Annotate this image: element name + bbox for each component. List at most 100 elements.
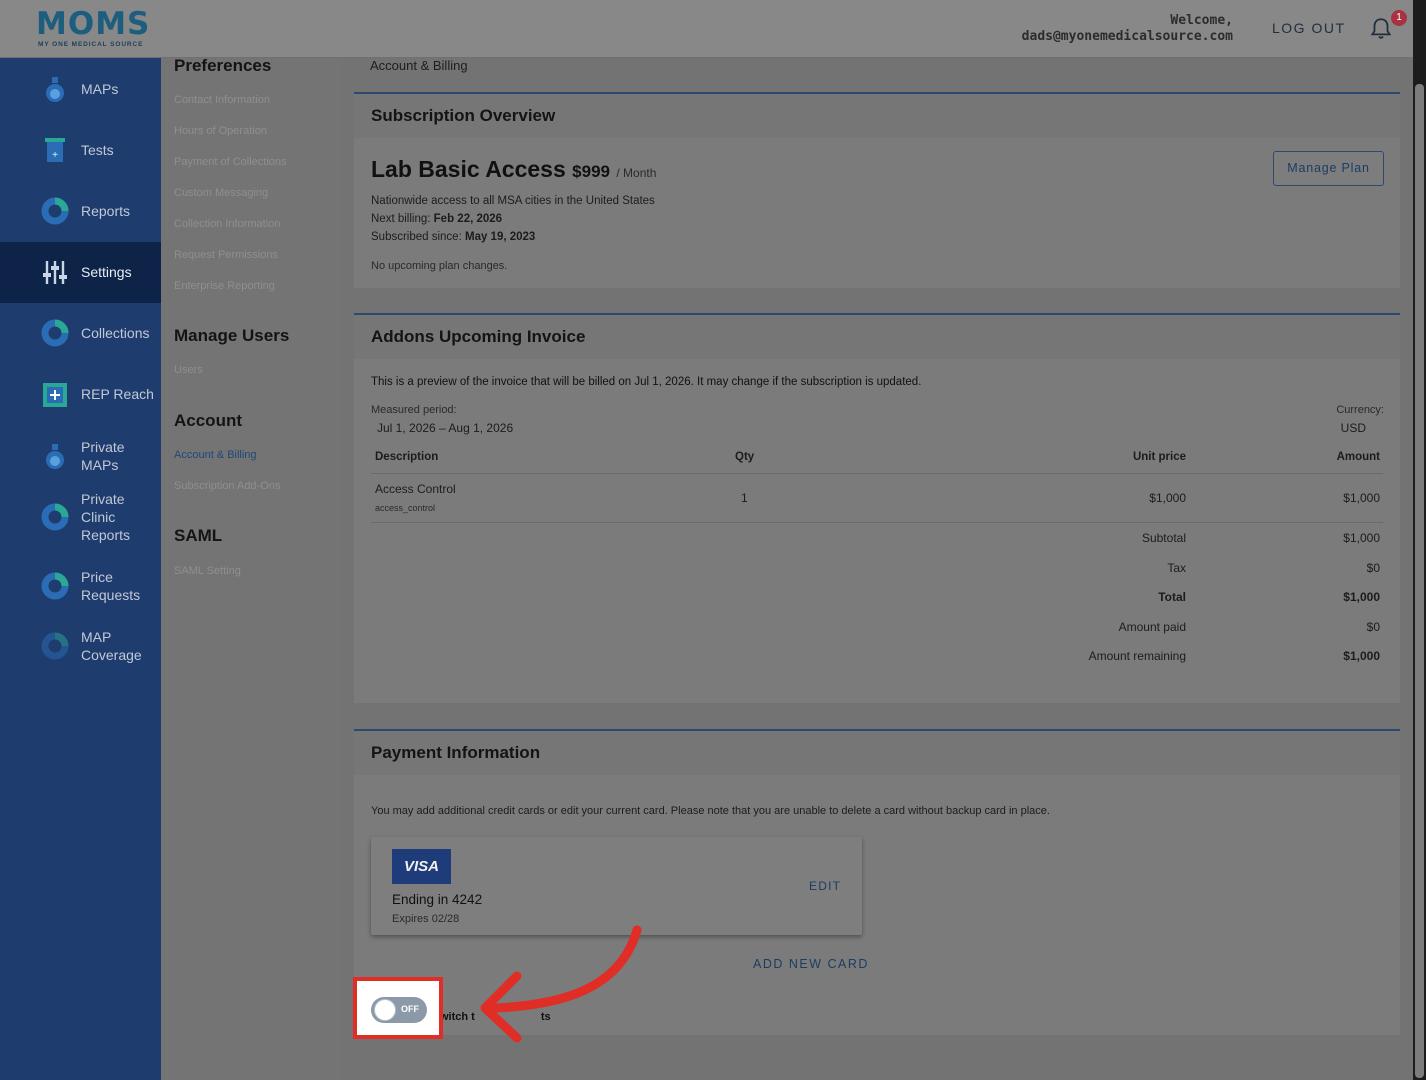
breadcrumb: Account & Billing <box>370 58 468 73</box>
notification-badge: 1 <box>1391 10 1407 26</box>
scrollbar[interactable] <box>1413 0 1426 1080</box>
column-header-qty: Qty <box>735 451 755 463</box>
test-tube-icon: + <box>45 138 65 162</box>
amount-remaining-label: Amount remaining <box>1088 649 1186 663</box>
bell-icon[interactable] <box>1368 16 1394 42</box>
donut-chart-icon <box>41 503 69 531</box>
visa-logo-icon: VISA <box>392 849 451 884</box>
next-billing-date: Feb 22, 2026 <box>433 213 503 225</box>
line-item-qty: 1 <box>741 491 748 505</box>
card-ending: Ending in 4242 <box>392 892 483 907</box>
highlight-box: OFF <box>353 977 443 1039</box>
scrollbar-thumb[interactable] <box>1415 84 1424 1078</box>
subnav-link-subscription-add-ons[interactable]: Subscription Add-Ons <box>174 480 280 492</box>
toggle-state-label: OFF <box>401 1004 419 1014</box>
measured-period-value: Jul 1, 2026 – Aug 1, 2026 <box>377 421 514 435</box>
subnav-link-enterprise-reporting[interactable]: Enterprise Reporting <box>174 280 275 292</box>
welcome-block: Welcome, dads@myonemedicalsource.com <box>1022 13 1233 45</box>
total-value: $1,000 <box>1343 590 1380 604</box>
subnav-heading-manage-users: Manage Users <box>174 326 290 345</box>
main-content: Account & Billing Subscription Overview … <box>341 58 1413 1080</box>
manage-plan-button[interactable]: Manage Plan <box>1273 151 1384 186</box>
plan-description: Nationwide access to all MSA cities in t… <box>371 195 655 207</box>
moms-logo[interactable]: MOMS MY ONE MEDICAL SOURCE <box>36 6 162 52</box>
subscribed-since-date: May 19, 2023 <box>464 231 536 243</box>
subnav-link-contact-information[interactable]: Contact Information <box>174 94 270 106</box>
plus-square-icon <box>43 383 67 407</box>
subnav-link-request-permissions[interactable]: Request Permissions <box>174 249 278 261</box>
sidebar-item-label: Tests <box>81 142 114 158</box>
subscription-overview-card: Subscription Overview Lab Basic Access $… <box>354 92 1400 288</box>
sidebar-item-label: Collections <box>81 325 150 341</box>
next-billing-label: Next billing: <box>371 213 431 225</box>
subnav-heading-saml: SAML <box>174 526 223 545</box>
sidebar-item-price-requests[interactable]: Price Requests <box>0 559 161 619</box>
amount-paid-label: Amount paid <box>1118 620 1186 634</box>
edit-card-button[interactable]: EDIT <box>809 879 841 893</box>
line-item-description: Access Control <box>375 482 456 496</box>
addons-invoice-title: Addons Upcoming Invoice <box>354 315 1400 359</box>
invoice-preview-note: This is a preview of the invoice that wi… <box>371 376 922 388</box>
subnav-link-payment-of-collections[interactable]: Payment of Collections <box>174 156 287 168</box>
subscribed-since-label: Subscribed since: <box>371 231 462 243</box>
subnav-link-hours-of-operation[interactable]: Hours of Operation <box>174 125 267 137</box>
sidebar-item-maps[interactable]: MAPs <box>0 58 161 120</box>
plan-period: / Month <box>616 166 657 180</box>
svg-text:+: + <box>52 150 58 161</box>
sidebar-item-label: Private MAPs <box>81 439 125 473</box>
off-toggle-switch[interactable]: OFF <box>371 997 427 1023</box>
toggle-label-end: ts <box>540 1011 551 1023</box>
table-divider <box>371 522 1383 523</box>
subnav-link-users[interactable]: Users <box>174 364 203 376</box>
welcome-label: Welcome, <box>1170 13 1233 28</box>
user-email: dads@myonemedicalsource.com <box>1021 29 1233 44</box>
plan-price: $999 <box>572 162 610 181</box>
toggle-label-start: witch t <box>440 1011 475 1023</box>
sliders-icon <box>43 261 67 284</box>
sidebar-item-label: Private Clinic Reports <box>81 491 131 543</box>
line-item-unit-price: $1,000 <box>1149 491 1186 505</box>
sidebar-item-private-maps[interactable]: Private MAPs <box>0 425 161 479</box>
table-divider <box>371 473 1383 474</box>
flask-icon <box>46 77 64 102</box>
toggle-label: witch t ts <box>440 1011 551 1023</box>
currency-label: Currency: <box>1336 404 1384 416</box>
column-header-unit-price: Unit price <box>1132 451 1186 463</box>
sidebar-item-reports[interactable]: Reports <box>0 181 161 242</box>
sidebar-item-rep-reach[interactable]: REP Reach <box>0 364 161 425</box>
tax-label: Tax <box>1167 561 1186 575</box>
column-header-amount: Amount <box>1336 451 1380 463</box>
plan-changes-note: No upcoming plan changes. <box>371 260 508 272</box>
currency-value: USD <box>1340 421 1366 435</box>
subscription-overview-title: Subscription Overview <box>354 94 1400 138</box>
logout-button[interactable]: LOG OUT <box>1272 20 1346 36</box>
plan-name: Lab Basic Access <box>371 156 566 182</box>
subnav-link-account-billing[interactable]: Account & Billing <box>174 449 257 461</box>
add-new-card-button[interactable]: ADD NEW CARD <box>753 957 869 971</box>
sidebar-item-private-clinic-reports[interactable]: Private Clinic Reports <box>0 479 161 559</box>
sidebar-item-collections[interactable]: Collections <box>0 303 161 364</box>
tax-value: $0 <box>1366 561 1380 575</box>
sidebar-item-settings[interactable]: Settings <box>0 242 161 303</box>
card-expiry: Expires 02/28 <box>392 913 460 925</box>
amount-paid-value: $0 <box>1366 620 1380 634</box>
logo-text: MOMS <box>36 6 151 42</box>
subscribed-since-row: Subscribed since: May 19, 2023 <box>371 228 655 246</box>
column-header-description: Description <box>375 451 439 463</box>
sidebar-item-label: Settings <box>81 264 132 280</box>
plan-name-line: Lab Basic Access $999 / Month <box>371 156 656 183</box>
line-item-code: access_control <box>375 503 436 513</box>
sidebar-item-label: REP Reach <box>81 386 154 402</box>
subnav-link-custom-messaging[interactable]: Custom Messaging <box>174 187 268 199</box>
donut-chart-icon <box>41 197 69 225</box>
donut-chart-icon <box>41 632 69 660</box>
subnav-heading-preferences: Preferences <box>174 56 272 75</box>
toggle-knob <box>374 999 396 1021</box>
payment-information-title: Payment Information <box>354 731 1400 775</box>
sidebar-item-tests[interactable]: + Tests <box>0 120 161 181</box>
subnav-link-saml-setting[interactable]: SAML Setting <box>174 565 241 577</box>
payment-note: You may add additional credit cards or e… <box>371 805 1050 817</box>
sidebar-item-map-coverage[interactable]: MAP Coverage <box>0 619 161 679</box>
logo-tagline: MY ONE MEDICAL SOURCE <box>38 41 144 48</box>
subnav-link-collection-information[interactable]: Collection Information <box>174 218 280 230</box>
